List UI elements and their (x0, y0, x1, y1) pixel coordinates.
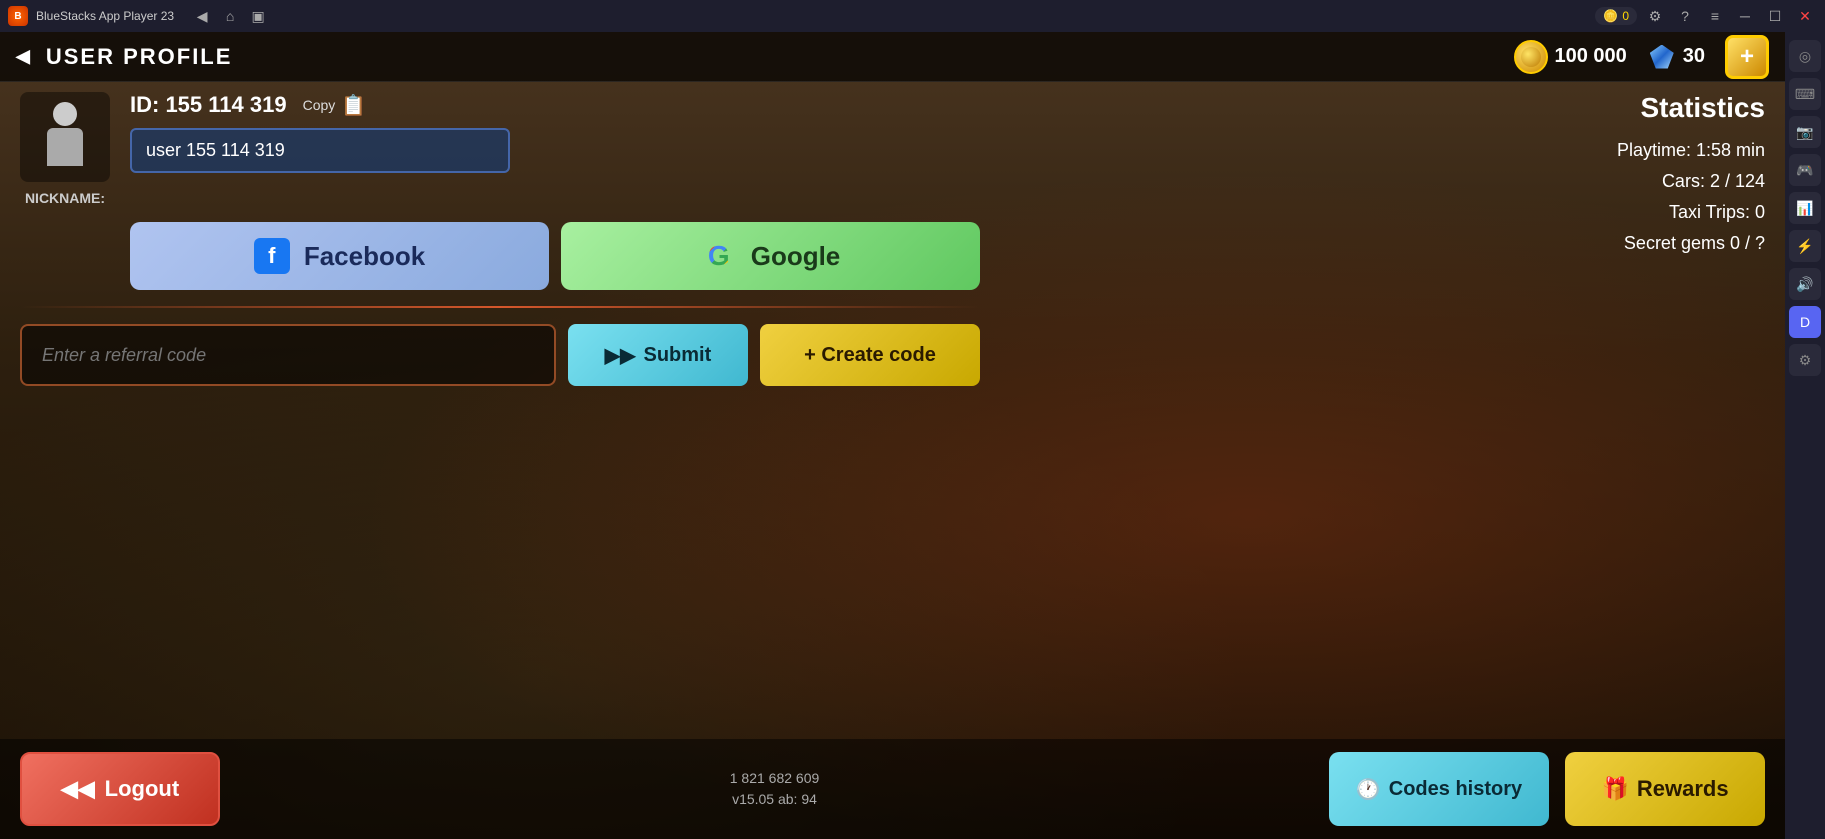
bs-discord-button[interactable]: D (1789, 306, 1821, 338)
statistics-title: Statistics (1485, 92, 1765, 124)
codes-history-label: Codes history (1389, 778, 1522, 801)
bs-sidebar-btn-2[interactable]: ⌨ (1789, 78, 1821, 110)
back-button[interactable]: ◀ (16, 46, 30, 67)
referral-row: ▶▶ Submit + Create code (20, 324, 980, 386)
bs-sidebar-btn-6[interactable]: ⚡ (1789, 230, 1821, 262)
user-id-text: ID: 155 114 319 (130, 92, 287, 118)
bluestacks-sidebar: ◎ ⌨ 📷 🎮 📊 ⚡ 🔊 D ⚙ (1785, 32, 1825, 839)
playtime-stat: Playtime: 1:58 min (1485, 140, 1765, 161)
nav-tabs-button[interactable]: ▣ (246, 4, 270, 28)
codes-history-icon: 🕐 (1356, 777, 1381, 802)
bs-menu-button[interactable]: ≡ (1703, 4, 1727, 28)
bluestacks-nav: ◀ ⌂ ▣ (190, 4, 270, 28)
bs-minimize-button[interactable]: ─ (1733, 4, 1757, 28)
avatar-head (53, 102, 77, 126)
bs-help-button[interactable]: ? (1673, 4, 1697, 28)
referral-code-input[interactable] (20, 324, 556, 386)
id-section: ID: 155 114 319 Copy 📋 (130, 92, 980, 173)
submit-icon: ▶▶ (605, 343, 636, 368)
coin-icon (1514, 40, 1548, 74)
game-topbar: ◀ USER PROFILE 100 000 30 + (0, 32, 1785, 82)
bs-coin-count: 0 (1622, 9, 1629, 23)
bluestacks-appname: BlueStacks App Player 23 (36, 9, 174, 23)
secret-gems-stat: Secret gems 0 / ? (1485, 233, 1765, 254)
google-g-letter: G (708, 240, 730, 272)
bs-sidebar-btn-5[interactable]: 📊 (1789, 192, 1821, 224)
version-line2: v15.05 ab: 94 (730, 789, 820, 810)
currency-bar: 100 000 30 + (1514, 35, 1769, 79)
bs-sidebar-btn-1[interactable]: ◎ (1789, 40, 1821, 72)
logout-label: Logout (105, 776, 180, 802)
google-button[interactable]: G Google (561, 222, 980, 290)
page-title: USER PROFILE (46, 44, 233, 70)
bluestacks-logo: B (8, 6, 28, 26)
submit-label: Submit (643, 344, 711, 367)
id-row: ID: 155 114 319 Copy 📋 (130, 92, 980, 118)
nav-home-button[interactable]: ⌂ (218, 4, 242, 28)
avatar-body (47, 128, 83, 166)
facebook-icon: f (254, 238, 290, 274)
rewards-button[interactable]: 🎁 Rewards (1565, 752, 1765, 826)
logout-button[interactable]: ◀◀ Logout (20, 752, 220, 826)
facebook-label: Facebook (304, 241, 425, 272)
social-buttons-row: f Facebook G Google (130, 222, 980, 290)
rewards-label: Rewards (1637, 776, 1729, 802)
coin-inner (1521, 47, 1541, 67)
cars-stat: Cars: 2 / 124 (1485, 171, 1765, 192)
coins-display: 100 000 (1514, 40, 1626, 74)
profile-panel: NICKNAME: ID: 155 114 319 Copy 📋 f Faceb… (20, 92, 980, 386)
logout-icon: ◀◀ (61, 776, 95, 802)
submit-code-button[interactable]: ▶▶ Submit (568, 324, 748, 386)
identity-row: NICKNAME: ID: 155 114 319 Copy 📋 (20, 92, 980, 206)
bs-sidebar-btn-settings[interactable]: ⚙ (1789, 344, 1821, 376)
diamond-icon (1647, 42, 1677, 72)
nickname-label: NICKNAME: (25, 190, 105, 206)
nav-back-button[interactable]: ◀ (190, 4, 214, 28)
diamonds-display: 30 (1647, 42, 1705, 72)
divider-line (20, 306, 980, 308)
create-code-label: + Create code (804, 344, 936, 367)
bottom-bar: ◀◀ Logout 1 821 682 609 v15.05 ab: 94 🕐 … (0, 739, 1785, 839)
add-currency-button[interactable]: + (1725, 35, 1769, 79)
copy-id-button[interactable]: Copy 📋 (303, 93, 367, 118)
copy-label: Copy (303, 97, 336, 113)
rewards-icon: 🎁 (1601, 776, 1628, 802)
avatar-figure (40, 102, 90, 172)
version-info: 1 821 682 609 v15.05 ab: 94 (730, 768, 820, 810)
bluestacks-right-controls: 🪙 0 ⚙ ? ≡ ─ ☐ ✕ (1595, 4, 1817, 28)
google-label: Google (751, 241, 841, 272)
taxi-trips-stat: Taxi Trips: 0 (1485, 202, 1765, 223)
diamond-shape (1650, 45, 1674, 69)
facebook-button[interactable]: f Facebook (130, 222, 549, 290)
nickname-input[interactable] (130, 128, 510, 173)
bs-restore-button[interactable]: ☐ (1763, 4, 1787, 28)
bluestacks-coin-display: 🪙 0 (1595, 7, 1637, 25)
codes-history-button[interactable]: 🕐 Codes history (1329, 752, 1549, 826)
diamonds-value: 30 (1683, 45, 1705, 68)
back-icon: ◀ (16, 46, 30, 67)
bluestacks-topbar: B BlueStacks App Player 23 ◀ ⌂ ▣ 🪙 0 ⚙ ?… (0, 0, 1825, 32)
bs-settings-button[interactable]: ⚙ (1643, 4, 1667, 28)
version-line1: 1 821 682 609 (730, 768, 820, 789)
statistics-panel: Statistics Playtime: 1:58 min Cars: 2 / … (1485, 92, 1765, 264)
bs-sidebar-btn-4[interactable]: 🎮 (1789, 154, 1821, 186)
bs-coin-icon: 🪙 (1603, 9, 1618, 23)
coins-value: 100 000 (1554, 45, 1626, 68)
bs-sidebar-btn-7[interactable]: 🔊 (1789, 268, 1821, 300)
avatar (20, 92, 110, 182)
copy-icon: 📋 (341, 93, 366, 118)
create-code-button[interactable]: + Create code (760, 324, 980, 386)
game-area: ◀ USER PROFILE 100 000 30 + (0, 32, 1785, 839)
bs-close-button[interactable]: ✕ (1793, 4, 1817, 28)
google-icon: G (701, 238, 737, 274)
bs-sidebar-btn-3[interactable]: 📷 (1789, 116, 1821, 148)
